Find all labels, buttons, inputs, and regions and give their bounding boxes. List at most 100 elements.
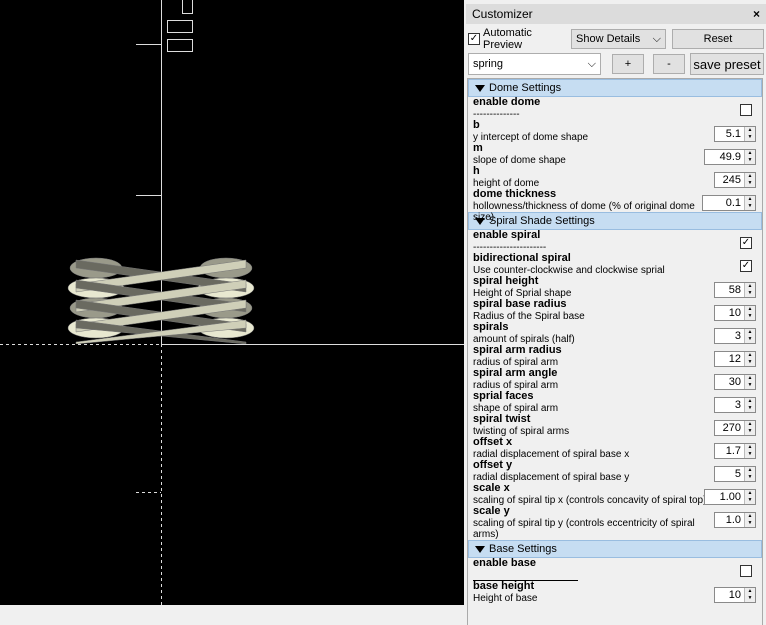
parameter-spinbox[interactable]: 12 ▲ ▼ bbox=[714, 351, 756, 367]
spinbox-value: 5.1 bbox=[725, 127, 741, 140]
customizer-title: Customizer bbox=[472, 7, 533, 21]
parameter-spinbox[interactable]: 270 ▲ ▼ bbox=[714, 420, 756, 436]
spinbox-value: 12 bbox=[728, 352, 741, 365]
details-select-value: Show Details bbox=[576, 33, 641, 45]
spinbox-value: 1.0 bbox=[725, 513, 741, 526]
spin-arrows-icon[interactable]: ▲ ▼ bbox=[744, 283, 755, 297]
parameter-description: -------------- bbox=[473, 109, 520, 120]
parameter-spinbox[interactable]: 245 ▲ ▼ bbox=[714, 172, 756, 188]
parameter-spinbox[interactable]: 49.9 ▲ ▼ bbox=[704, 149, 756, 165]
reset-button[interactable]: Reset bbox=[672, 29, 764, 49]
section-header[interactable]: Base Settings bbox=[468, 540, 762, 558]
parameter-spinbox[interactable]: 1.00 ▲ ▼ bbox=[704, 489, 756, 505]
3d-viewport[interactable] bbox=[0, 0, 464, 605]
spin-arrows-icon[interactable]: ▲ ▼ bbox=[744, 444, 755, 458]
parameter-checkbox[interactable] bbox=[740, 565, 752, 577]
section-header[interactable]: Dome Settings bbox=[468, 79, 762, 97]
parameter-spinbox[interactable]: 3 ▲ ▼ bbox=[714, 328, 756, 344]
spin-arrows-icon[interactable]: ▲ ▼ bbox=[744, 490, 755, 504]
spin-arrows-icon[interactable]: ▲ ▼ bbox=[744, 306, 755, 320]
automatic-preview-checkbox[interactable]: ✓ bbox=[468, 33, 480, 45]
axis-tick bbox=[136, 195, 161, 196]
parameter-spinbox[interactable]: 10 ▲ ▼ bbox=[714, 305, 756, 321]
parameter-description: Height of base bbox=[473, 593, 538, 604]
parameter-row: spirals amount of spirals (half) 3 ▲ ▼ bbox=[468, 322, 762, 345]
parameter-spinbox[interactable]: 1.0 ▲ ▼ bbox=[714, 512, 756, 528]
parameter-name: enable base bbox=[473, 557, 536, 569]
spin-arrows-icon[interactable]: ▲ ▼ bbox=[744, 398, 755, 412]
spin-arrows-icon[interactable]: ▲ ▼ bbox=[744, 352, 755, 366]
add-preset-button[interactable]: + bbox=[612, 54, 644, 74]
spinbox-value: 10 bbox=[728, 306, 741, 319]
parameter-name: enable spiral bbox=[473, 229, 541, 241]
parameter-row: scale y scaling of spiral tip y (controls… bbox=[468, 506, 762, 540]
parameter-spinbox[interactable]: 10 ▲ ▼ bbox=[714, 587, 756, 603]
spin-arrows-icon[interactable]: ▲ ▼ bbox=[744, 173, 755, 187]
spinbox-value: 3 bbox=[734, 329, 741, 342]
spin-arrows-icon[interactable]: ▲ ▼ bbox=[744, 588, 755, 602]
preset-select[interactable]: spring ⌵ bbox=[468, 53, 601, 75]
parameters-list[interactable]: Dome Settings enable dome -------------- b y… bbox=[467, 78, 763, 625]
parameter-checkbox[interactable] bbox=[740, 104, 752, 116]
parameter-row: bidirectional spiral Use counter-clockwis… bbox=[468, 253, 762, 276]
spin-arrows-icon[interactable]: ▲ ▼ bbox=[744, 196, 755, 210]
customizer-titlebar: Customizer × bbox=[466, 4, 766, 24]
parameter-description: scaling of spiral tip y (controls eccent… bbox=[473, 518, 695, 540]
parameter-description: Radius of the Spiral base bbox=[473, 311, 585, 322]
chevron-down-icon: ⌵ bbox=[652, 32, 661, 45]
parameter-name: bidirectional spiral bbox=[473, 252, 571, 264]
parameter-spinbox[interactable]: 58 ▲ ▼ bbox=[714, 282, 756, 298]
parameter-row: sprial faces shape of spiral arm 3 ▲ ▼ bbox=[468, 391, 762, 414]
details-select[interactable]: Show Details ⌵ bbox=[571, 29, 666, 49]
remove-preset-button[interactable]: - bbox=[653, 54, 685, 74]
section-title: Base Settings bbox=[489, 543, 557, 555]
x-axis-negative bbox=[0, 344, 161, 345]
spinbox-value: 0.1 bbox=[725, 196, 741, 209]
spin-arrows-icon[interactable]: ▲ ▼ bbox=[744, 329, 755, 343]
axis-label-mark bbox=[167, 20, 193, 33]
spin-arrows-icon[interactable]: ▲ ▼ bbox=[744, 375, 755, 389]
parameter-spinbox[interactable]: 3 ▲ ▼ bbox=[714, 397, 756, 413]
spin-arrows-icon[interactable]: ▲ ▼ bbox=[744, 150, 755, 164]
parameter-spinbox[interactable]: 0.1 ▲ ▼ bbox=[702, 195, 756, 211]
parameter-row: dome thickness hollowness/thickness of do… bbox=[468, 189, 762, 223]
parameter-row: m slope of dome shape 49.9 ▲ ▼ bbox=[468, 143, 762, 166]
spin-arrows-icon[interactable]: ▲ ▼ bbox=[744, 421, 755, 435]
spinbox-value: 49.9 bbox=[719, 150, 741, 163]
axis-tick bbox=[136, 44, 161, 45]
parameter-row: spiral height Height of Sprial shape 58 ▲ ▼ bbox=[468, 276, 762, 299]
customizer-panel: Customizer × ✓ Automatic Preview Show De… bbox=[466, 4, 766, 625]
automatic-preview-label: Automatic Preview bbox=[483, 27, 532, 51]
spinbox-value: 5 bbox=[734, 467, 741, 480]
parameter-row: spiral base radius Radius of the Spiral b… bbox=[468, 299, 762, 322]
expand-triangle-icon bbox=[475, 84, 485, 92]
parameter-spinbox[interactable]: 5 ▲ ▼ bbox=[714, 466, 756, 482]
spin-arrows-icon[interactable]: ▲ ▼ bbox=[744, 467, 755, 481]
parameter-checkbox[interactable]: ✓ bbox=[740, 237, 752, 249]
parameter-spinbox[interactable]: 5.1 ▲ ▼ bbox=[714, 126, 756, 142]
parameter-description: y intercept of dome shape bbox=[473, 132, 589, 143]
parameter-row: h height of dome 245 ▲ ▼ bbox=[468, 166, 762, 189]
spring-model bbox=[67, 257, 255, 344]
parameter-row: scale x scaling of spiral tip x (controls… bbox=[468, 483, 762, 506]
parameter-checkbox[interactable]: ✓ bbox=[740, 260, 752, 272]
parameter-spinbox[interactable]: 1.7 ▲ ▼ bbox=[714, 443, 756, 459]
spin-arrows-icon[interactable]: ▲ ▼ bbox=[744, 513, 755, 527]
parameter-description: hollowness/thickness of dome (% of origi… bbox=[473, 201, 695, 223]
section-title: Dome Settings bbox=[489, 82, 562, 94]
spinbox-value: 30 bbox=[728, 375, 741, 388]
parameter-row: spiral arm angle radius of spiral arm 30 ▲ ▼ bbox=[468, 368, 762, 391]
preset-value: spring bbox=[473, 58, 503, 70]
chevron-down-icon: ⌵ bbox=[587, 57, 596, 70]
save-preset-button[interactable]: save preset bbox=[690, 53, 764, 75]
parameter-row: base height Height of base 10 ▲ ▼ bbox=[468, 581, 762, 604]
spinbox-value: 270 bbox=[722, 421, 741, 434]
y-axis-negative bbox=[161, 344, 162, 605]
expand-triangle-icon bbox=[475, 545, 485, 553]
spin-arrows-icon[interactable]: ▲ ▼ bbox=[744, 127, 755, 141]
parameter-row: offset x radial displacement of spiral ba… bbox=[468, 437, 762, 460]
close-icon[interactable]: × bbox=[753, 7, 760, 21]
spinbox-value: 58 bbox=[728, 283, 741, 296]
parameter-spinbox[interactable]: 30 ▲ ▼ bbox=[714, 374, 756, 390]
parameter-row: spiral twist twisting of spiral arms 270 ▲ ▼ bbox=[468, 414, 762, 437]
